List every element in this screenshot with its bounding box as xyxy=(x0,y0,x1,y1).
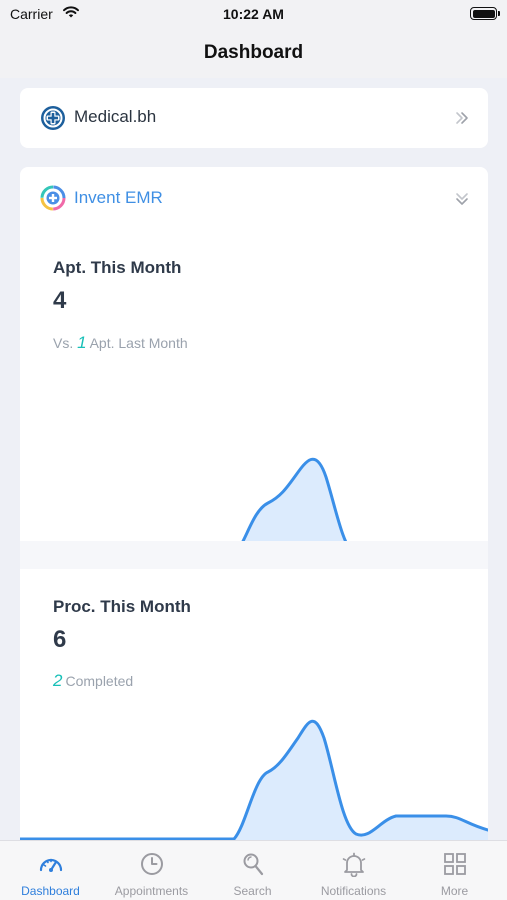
organization-name: Invent EMR xyxy=(74,188,163,207)
invent-logo-icon xyxy=(40,185,66,211)
comparison-suffix: Apt. Last Month xyxy=(89,335,188,351)
page-title: Dashboard xyxy=(203,42,304,63)
status-bar: Carrier 10:22 AM xyxy=(0,0,507,30)
battery-icon xyxy=(470,7,500,20)
tab-bar: Dashboard Appointments Search Notificati… xyxy=(0,840,507,900)
search-icon xyxy=(243,853,264,876)
chevron-right-icon[interactable] xyxy=(454,110,470,126)
completed-label: Completed xyxy=(65,673,134,689)
metric-comparison: Vs. 1 Apt. Last Month xyxy=(53,333,188,353)
tab-label: Search xyxy=(233,884,272,898)
organization-name: Medical.bh xyxy=(74,107,157,126)
metric-title: Proc. This Month xyxy=(53,597,191,616)
tab-search[interactable]: Search xyxy=(202,841,303,900)
comparison-value: 1 xyxy=(77,333,87,352)
chevron-down-icon[interactable] xyxy=(454,191,470,207)
tab-label: Dashboard xyxy=(21,884,80,898)
metric-value: 4 xyxy=(53,287,67,314)
clock-icon xyxy=(141,853,163,875)
comparison-prefix: Vs. xyxy=(53,335,74,351)
bell-icon xyxy=(342,852,366,877)
tab-notifications[interactable]: Notifications xyxy=(303,841,404,900)
tab-dashboard[interactable]: Dashboard xyxy=(0,841,101,900)
appointments-metric: Apt. This Month 4 Vs. 1 Apt. Last Month xyxy=(20,229,488,557)
sparkline-area xyxy=(20,721,488,840)
tab-appointments[interactable]: Appointments xyxy=(101,841,202,900)
organization-card-medical[interactable]: Medical.bh xyxy=(20,88,488,148)
completed-value: 2 xyxy=(53,671,63,690)
medical-logo-icon xyxy=(41,106,65,130)
section-divider xyxy=(20,541,488,569)
tab-label: Appointments xyxy=(114,884,189,898)
tab-more[interactable]: More xyxy=(404,841,505,900)
metric-value: 6 xyxy=(53,626,67,653)
metric-completed: 2 Completed xyxy=(53,671,133,691)
grid-icon xyxy=(444,853,466,875)
metric-title: Apt. This Month xyxy=(53,258,182,277)
tab-label: Notifications xyxy=(320,884,387,898)
navigation-bar: Dashboard xyxy=(0,30,507,78)
status-time: 10:22 AM xyxy=(223,6,284,22)
procedures-sparkline xyxy=(20,719,488,840)
speedometer-icon xyxy=(39,858,63,872)
tab-label: More xyxy=(440,884,469,898)
